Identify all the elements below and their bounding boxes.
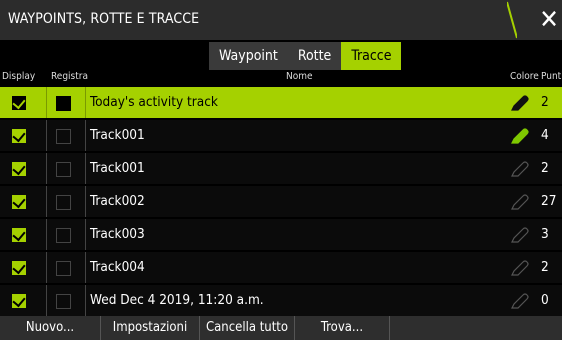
registra-cell [46,120,86,151]
registra-cell [46,219,86,250]
registra-cell [46,186,86,217]
color-cell[interactable] [505,153,535,184]
track-row[interactable]: Track001 2 [0,153,562,184]
color-cell[interactable] [505,120,535,151]
registra-checkbox[interactable] [56,195,71,210]
track-points: 2 [541,160,549,176]
track-name: Track002 [90,193,145,209]
color-cell[interactable] [505,219,535,250]
display-cell [0,219,46,250]
registra-cell [46,252,86,283]
track-row[interactable]: Wed Dec 4 2019, 11:20 a.m. 0 [0,285,562,316]
track-row[interactable]: Track003 3 [0,219,562,250]
track-name: Track003 [90,226,145,242]
nuovo-button[interactable]: Nuovo... [0,316,101,340]
track-points: 2 [541,259,549,275]
track-name: Track001 [90,127,145,143]
display-cell [0,285,46,316]
display-checkbox[interactable] [12,162,26,176]
track-list: Today's activity track 2 Track001 4 Track001… [0,87,562,318]
display-checkbox[interactable] [12,195,26,209]
track-name: Track004 [90,259,145,275]
display-checkbox[interactable] [12,129,26,143]
registra-cell [46,285,86,316]
registra-checkbox[interactable] [56,162,71,177]
column-header-display[interactable]: Display [2,71,35,85]
display-checkbox[interactable] [12,228,26,242]
cancella-tutto-button[interactable]: Cancella tutto [200,316,295,340]
tab-rotte[interactable]: Rotte [288,42,341,70]
track-color-icon [511,194,529,210]
display-cell [0,120,46,151]
track-points: 2 [541,94,549,110]
registra-checkbox[interactable] [56,261,71,276]
column-header-colore[interactable]: Colore [510,71,539,85]
display-checkbox[interactable] [12,261,26,275]
tab-waypoint[interactable]: Waypoint [209,42,288,70]
track-color-icon [511,161,529,177]
accent-stripe-icon [507,1,517,39]
registra-checkbox[interactable] [56,96,71,111]
color-cell[interactable] [505,252,535,283]
color-cell[interactable] [505,87,535,118]
registra-checkbox[interactable] [56,294,71,309]
column-header-registra[interactable]: Registra [51,71,88,85]
track-row[interactable]: Track002 27 [0,186,562,217]
display-cell [0,87,46,118]
registra-cell [46,87,86,118]
display-cell [0,153,46,184]
tab-tracce[interactable]: Tracce [341,42,402,70]
column-header-nome[interactable]: Nome [286,71,313,85]
display-checkbox[interactable] [12,96,26,110]
impostazioni-button[interactable]: Impostazioni [101,316,200,340]
color-cell[interactable] [505,285,535,316]
track-row[interactable]: Track001 4 [0,120,562,151]
track-points: 0 [541,292,549,308]
title-bar: WAYPOINTS, ROTTE E TRACCE ✕ [0,0,562,40]
track-color-icon [511,128,529,144]
registra-cell [46,153,86,184]
track-name: Track001 [90,160,145,176]
close-button[interactable]: ✕ [537,2,561,38]
track-color-icon [511,227,529,243]
track-color-icon [511,95,529,111]
track-row[interactable]: Track004 2 [0,252,562,283]
display-cell [0,252,46,283]
track-points: 27 [541,193,557,209]
trova-button[interactable]: Trova... [295,316,390,340]
tab-bar: Waypoint Rotte Tracce [209,42,402,70]
column-header-punti[interactable]: Punti [541,71,562,85]
track-row[interactable]: Today's activity track 2 [0,87,562,118]
bottom-toolbar: Nuovo... Impostazioni Cancella tutto Tro… [0,316,562,340]
track-points: 4 [541,127,549,143]
track-points: 3 [541,226,549,242]
track-name: Wed Dec 4 2019, 11:20 a.m. [90,292,264,308]
display-checkbox[interactable] [12,294,26,308]
color-cell[interactable] [505,186,535,217]
display-cell [0,186,46,217]
registra-checkbox[interactable] [56,228,71,243]
window-title: WAYPOINTS, ROTTE E TRACCE [8,11,200,27]
track-color-icon [511,293,529,309]
track-name: Today's activity track [90,94,218,110]
registra-checkbox[interactable] [56,129,71,144]
track-color-icon [511,260,529,276]
